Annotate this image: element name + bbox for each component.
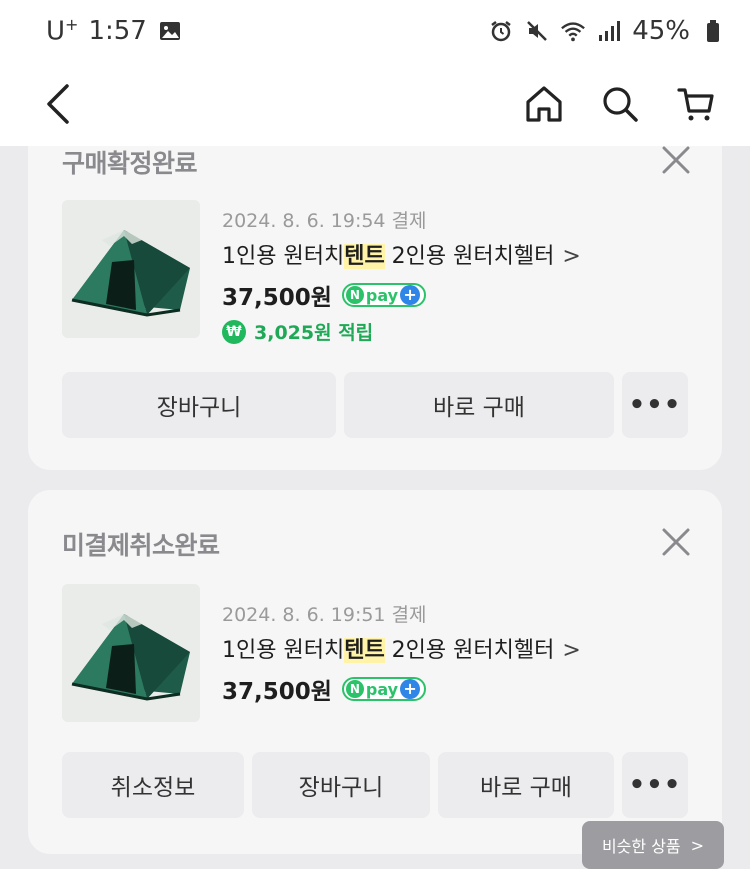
more-options-button[interactable]: ••• — [622, 372, 688, 438]
product-price: 37,500원 — [222, 285, 332, 311]
mute-icon — [524, 18, 550, 44]
order-status: 구매확정완료 — [62, 149, 198, 178]
back-icon[interactable] — [38, 84, 78, 124]
product-name-link[interactable]: 1인용 원터치텐트 2인용 원터치헬터 > — [222, 238, 581, 270]
alarm-icon — [488, 18, 514, 44]
product-thumbnail[interactable] — [62, 200, 200, 338]
add-to-cart-button[interactable]: 장바구니 — [252, 752, 430, 818]
cancel-info-button[interactable]: 취소정보 — [62, 752, 244, 818]
status-bar: U+ 1:57 45% — [0, 0, 750, 62]
image-icon — [157, 18, 183, 44]
product-price: 37,500원 — [222, 679, 332, 705]
order-card: 구매확정완료 2024. 8. 6. 19:54 결제 1인용 원터치텐트 2인… — [28, 146, 722, 470]
chevron-right-icon: > — [690, 835, 705, 855]
npay-badge: Npay + — [341, 283, 427, 307]
search-icon[interactable] — [600, 84, 640, 124]
status-time: 1:57 — [88, 16, 147, 46]
more-options-button[interactable]: ••• — [622, 752, 688, 818]
top-nav-bar — [0, 62, 750, 146]
order-status: 미결제취소완료 — [62, 531, 220, 560]
carrier-label: U+ — [46, 15, 79, 47]
add-to-cart-button[interactable]: 장바구니 — [62, 372, 336, 438]
chevron-right-icon: > — [562, 638, 581, 663]
battery-icon — [700, 18, 726, 44]
order-card: 미결제취소완료 2024. 8. 6. 19:51 결제 1인용 원터치텐트 2… — [28, 490, 722, 854]
order-date: 2024. 8. 6. 19:51 결제 — [222, 604, 427, 626]
points-earned: 3,025원 적립 — [254, 322, 374, 344]
order-date: 2024. 8. 6. 19:54 결제 — [222, 210, 427, 232]
similar-products-label: 비슷한 상품 — [601, 837, 681, 856]
battery-percent: 45% — [632, 16, 690, 46]
order-list: 구매확정완료 2024. 8. 6. 19:54 결제 1인용 원터치텐트 2인… — [0, 146, 750, 869]
close-icon[interactable] — [658, 146, 694, 178]
similar-products-button[interactable]: 비슷한 상품 > — [582, 821, 724, 869]
signal-icon — [596, 18, 622, 44]
npay-badge: Npay + — [341, 677, 427, 701]
npoint-icon: ₩ — [222, 319, 246, 344]
buy-now-button[interactable]: 바로 구매 — [438, 752, 614, 818]
chevron-right-icon: > — [562, 244, 581, 269]
product-name-link[interactable]: 1인용 원터치텐트 2인용 원터치헬터 > — [222, 632, 581, 664]
buy-now-button[interactable]: 바로 구매 — [344, 372, 614, 438]
close-icon[interactable] — [658, 524, 694, 560]
cart-icon[interactable] — [676, 84, 716, 124]
wifi-icon — [560, 18, 586, 44]
product-thumbnail[interactable] — [62, 584, 200, 722]
home-icon[interactable] — [524, 84, 564, 124]
